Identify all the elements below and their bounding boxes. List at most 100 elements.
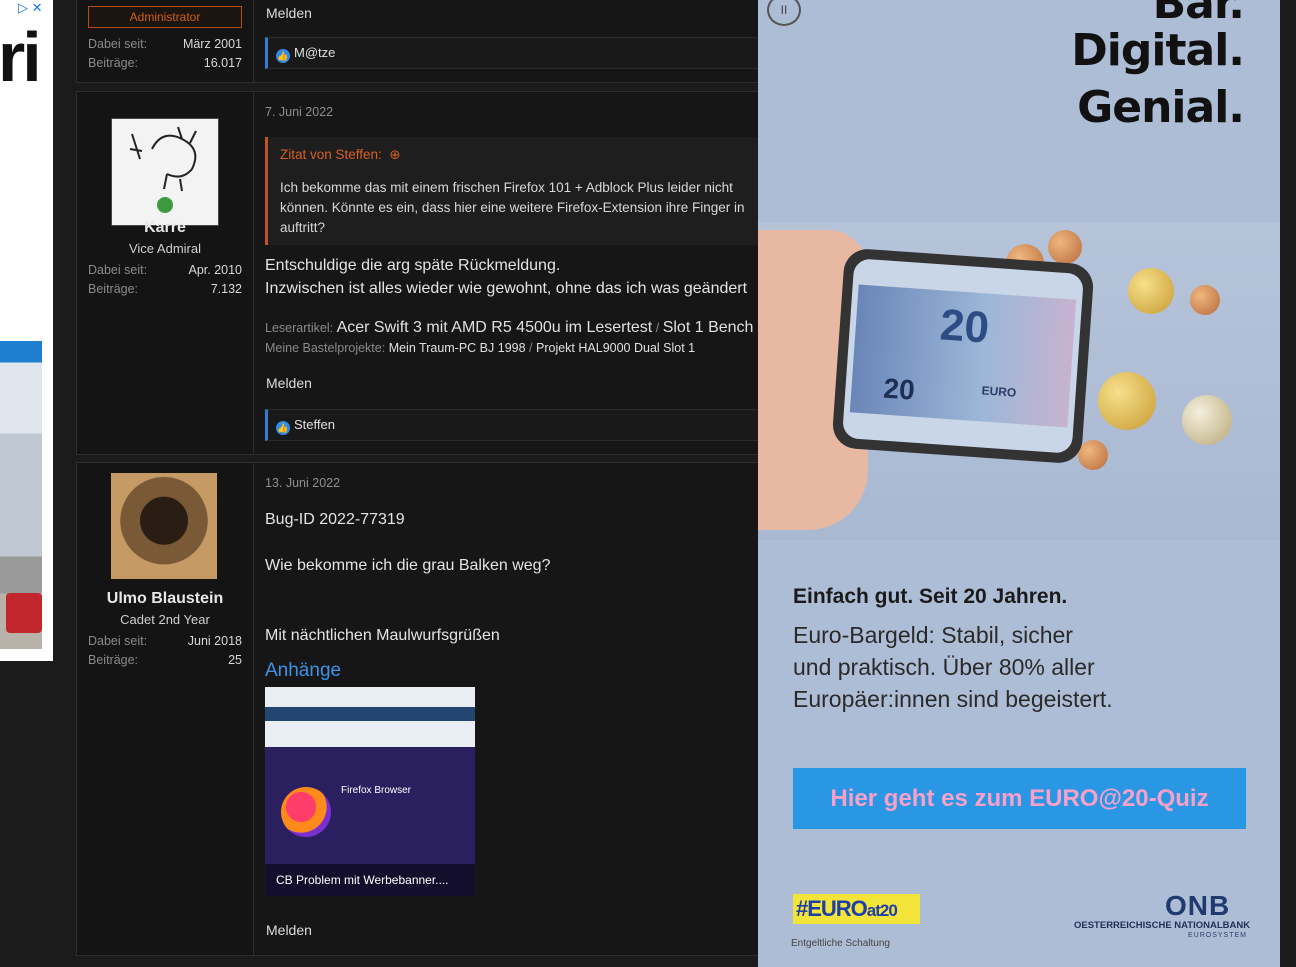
post-3: Ulmo Blaustein Cadet 2nd Year Dabei seit…: [76, 462, 778, 956]
attachment-caption[interactable]: CB Problem mit Werbebanner....: [265, 864, 475, 896]
joined-label: Dabei seit:: [88, 263, 148, 277]
online-status-icon: [157, 197, 173, 213]
attachments-heading: Anhänge: [265, 660, 342, 681]
coin-image: [1182, 395, 1232, 445]
ad-tagline: Einfach gut. Seit 20 Jahren.: [793, 585, 1068, 608]
posts-count-value: 25: [228, 653, 242, 667]
banknote-label: EURO: [981, 383, 1017, 400]
user-title: Vice Admiral: [128, 241, 201, 256]
joined-value: Apr. 2010: [188, 263, 242, 277]
post-body-line: Wie bekomme ich die grau Balken weg?: [265, 557, 551, 574]
post-1: Administrator Dabei seit: März 2001 Beit…: [76, 0, 788, 83]
left-ad-banner[interactable]: ▷ ✕ ri: [0, 0, 53, 661]
signature-link[interactable]: Acer Swift 3 mit AMD R5 4500u im Leserte…: [337, 319, 653, 336]
likes-bar[interactable]: 👍 M@tze: [265, 37, 788, 69]
avatar[interactable]: [111, 473, 217, 579]
post-2-userbox: Karre Vice Admiral Dabei seit: Apr. 2010…: [77, 92, 254, 454]
post-date[interactable]: 13. Juni 2022: [265, 476, 340, 490]
likes-users[interactable]: Steffen: [294, 417, 335, 432]
banknote-value: 20: [938, 300, 991, 353]
pause-icon[interactable]: II: [767, 0, 801, 26]
thumbnail-title: Firefox Browser: [341, 785, 412, 796]
posts-count-value: 7.132: [210, 282, 242, 296]
quote-header[interactable]: Zitat von Steffen: ⊕: [280, 147, 401, 163]
post-date[interactable]: 7. Juni 2022: [265, 105, 333, 119]
posts-count-row: Beiträge: 16.017: [88, 56, 242, 70]
coin-image: [1128, 268, 1174, 314]
ad-disclaimer: Entgeltliche Schaltung: [791, 938, 890, 949]
joined-row: Dabei seit: Juni 2018: [88, 634, 242, 648]
quote-line: auftritt?: [280, 220, 326, 235]
joined-row: Dabei seit: März 2001: [88, 37, 242, 51]
signature-separator: /: [655, 321, 660, 335]
quote-block: Zitat von Steffen: ⊕ Ich bekomme das mit…: [265, 137, 788, 245]
signature-line-1: Leserartikel: Acer Swift 3 mit AMD R5 45…: [265, 319, 753, 337]
likes-bar[interactable]: 👍 Steffen: [265, 409, 788, 441]
onb-logo: ONB: [1165, 890, 1231, 921]
firefox-logo-icon: [281, 787, 331, 837]
post-3-content: 13. Juni 2022 Bug-ID 2022-77319 Wie beko…: [265, 463, 777, 955]
report-link[interactable]: Melden: [266, 5, 312, 21]
post-1-content: Melden 👍 M@tze: [265, 0, 788, 82]
joined-value: Juni 2018: [187, 634, 242, 648]
user-title: Cadet 2nd Year: [120, 612, 210, 627]
attachment-thumbnail[interactable]: Firefox Browser CB Problem mit Werbebann…: [265, 687, 475, 896]
signature-link[interactable]: Mein Traum-PC BJ 1998: [389, 341, 526, 355]
quiz-cta-button[interactable]: Hier geht es zum EURO@20-Quiz: [793, 768, 1246, 829]
signature-link[interactable]: Projekt HAL9000 Dual Slot 1: [536, 341, 695, 355]
onb-logo-eurosystem: EUROSYSTEM: [1188, 932, 1248, 939]
jump-to-quote-icon[interactable]: ⊕: [386, 147, 400, 162]
username[interactable]: Karre: [77, 219, 253, 237]
quote-line: können. Könnte es ein, dass hier eine we…: [280, 200, 745, 215]
ad-car-image: [6, 593, 42, 633]
post-3-userbox: Ulmo Blaustein Cadet 2nd Year Dabei seit…: [77, 463, 254, 955]
post-2-content: 7. Juni 2022 Zitat von Steffen: ⊕ Ich be…: [265, 92, 788, 454]
report-link[interactable]: Melden: [266, 922, 312, 938]
ad-headline-line: Digital.: [1071, 25, 1245, 76]
avatar-drawing-icon: [129, 126, 197, 192]
coin-image: [1098, 372, 1156, 430]
ad-brand-fragment: ri: [0, 18, 42, 96]
ad-choices-close-icon[interactable]: ▷ ✕: [18, 0, 53, 15]
euro-at-20-hashtag: #EUROat20: [793, 894, 920, 924]
hashtag-part: at20: [866, 901, 898, 920]
post-1-userbox: Administrator Dabei seit: März 2001 Beit…: [77, 0, 254, 82]
coin-image: [1048, 230, 1082, 264]
post-body-line: Mit nächtlichen Maulwurfsgrüßen: [265, 627, 500, 644]
posts-count-row: Beiträge: 7.132: [88, 282, 242, 296]
signature-label: Leserartikel:: [265, 321, 334, 335]
phone-screen: 20 20 EURO: [842, 258, 1084, 454]
username[interactable]: Ulmo Blaustein: [77, 590, 253, 608]
coin-image: [1190, 285, 1220, 315]
posts-count-row: Beiträge: 25: [88, 653, 242, 667]
hashtag-part: #EURO: [796, 896, 868, 921]
joined-value: März 2001: [182, 37, 242, 51]
right-ad-banner[interactable]: II Bar. Digital. Genial. 20 20 EURO Einf…: [758, 0, 1280, 967]
admin-badge: Administrator: [88, 6, 242, 28]
signature-link[interactable]: Slot 1 Bench: [663, 319, 754, 336]
posts-count-label: Beiträge:: [88, 56, 139, 70]
coin-image: [1078, 440, 1108, 470]
post-2: Karre Vice Admiral Dabei seit: Apr. 2010…: [76, 91, 788, 455]
posts-count-label: Beiträge:: [88, 282, 139, 296]
post-body-line: Bug-ID 2022-77319: [265, 511, 405, 528]
ad-headline-line: Genial.: [1077, 82, 1245, 133]
post-body-line: Entschuldige die arg späte Rückmeldung.: [265, 257, 561, 274]
phone-image: 20 20 EURO: [831, 247, 1095, 465]
report-link[interactable]: Melden: [266, 375, 312, 391]
signature-line-2: Meine Bastelprojekte: Mein Traum-PC BJ 1…: [265, 341, 695, 355]
posts-count-value: 16.017: [203, 56, 242, 70]
ad-copy-line: Europäer:innen sind begeistert.: [793, 686, 1113, 712]
signature-separator: /: [529, 341, 533, 355]
signature-label: Meine Bastelprojekte:: [265, 341, 386, 355]
post-body-line: Inzwischen ist alles wieder wie gewohnt,…: [265, 280, 748, 297]
thumbs-up-icon: 👍: [276, 421, 290, 435]
thumbs-up-icon: 👍: [276, 49, 290, 63]
thumbnail-nav-bar: [265, 707, 475, 721]
likes-users[interactable]: M@tze: [294, 45, 335, 60]
banknote-value: 20: [882, 372, 916, 406]
banknote-image: 20 20 EURO: [849, 284, 1077, 428]
quote-author[interactable]: Zitat von Steffen:: [280, 147, 382, 162]
joined-label: Dabei seit:: [88, 37, 148, 51]
posts-count-label: Beiträge:: [88, 653, 139, 667]
